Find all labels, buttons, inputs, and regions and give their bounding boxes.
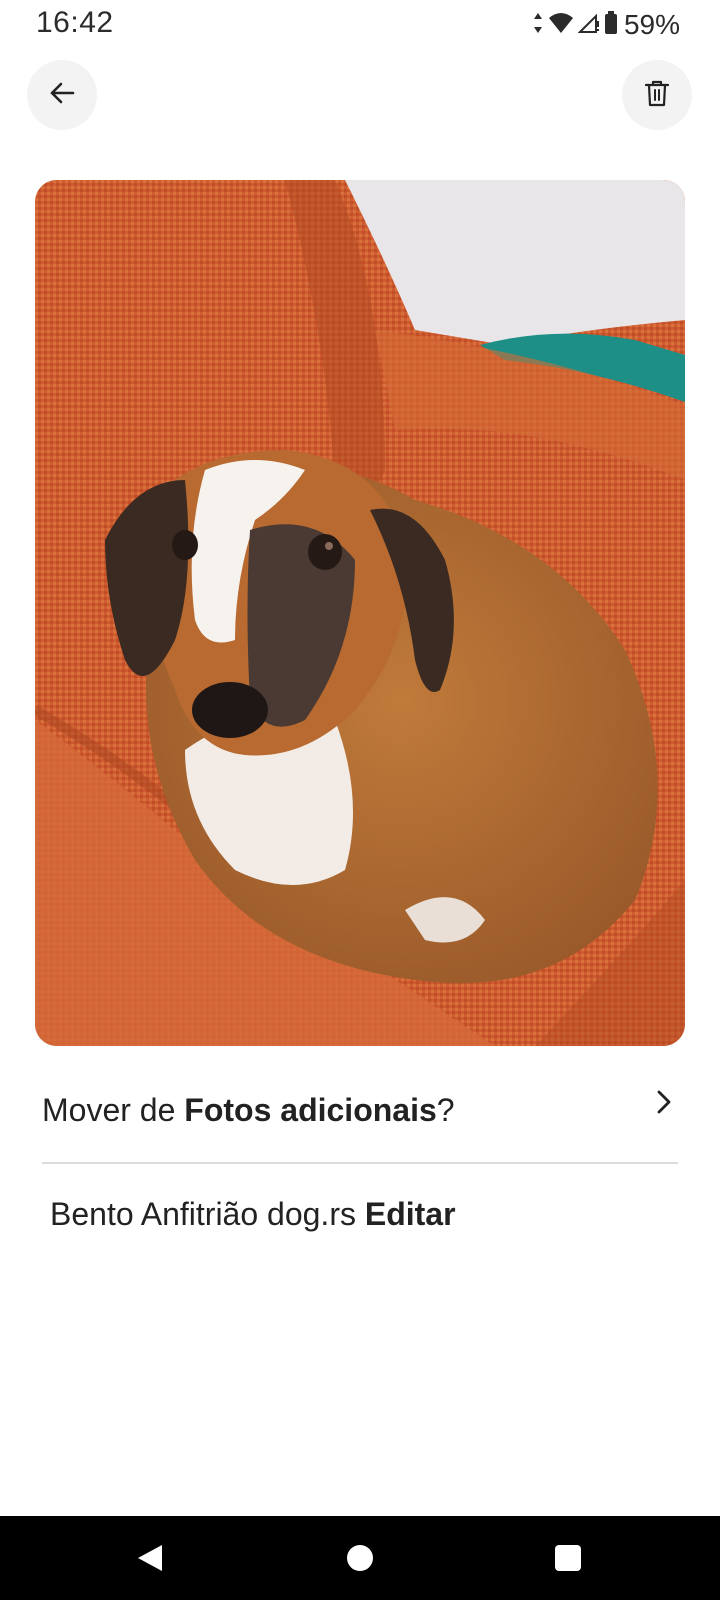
battery-icon (604, 10, 618, 40)
move-from-album-row[interactable]: Mover de Fotos adicionais? (42, 1080, 678, 1160)
nav-home-icon[interactable] (344, 1542, 376, 1574)
dog-photo[interactable] (35, 180, 685, 1046)
nav-back-icon[interactable] (134, 1542, 166, 1574)
signal-icon (577, 12, 600, 39)
move-prefix: Mover de (42, 1092, 185, 1128)
data-arrows-icon (532, 12, 544, 39)
move-from-album-text: Mover de Fotos adicionais? (42, 1092, 455, 1129)
arrow-left-icon (48, 79, 76, 112)
wifi-icon (548, 12, 574, 39)
status-time: 16:42 (36, 6, 114, 39)
delete-button[interactable] (622, 60, 692, 130)
edit-caption-link[interactable]: Editar (365, 1196, 456, 1232)
caption-row: Bento Anfitrião dog.rs Editar (50, 1196, 456, 1233)
move-suffix: ? (436, 1092, 455, 1128)
trash-icon (644, 79, 670, 112)
status-icons: 59% (532, 8, 680, 42)
photo-caption: Bento Anfitrião dog.rs (50, 1196, 356, 1232)
back-button[interactable] (27, 60, 97, 130)
navigation-bar (0, 1516, 720, 1600)
nav-recents-icon[interactable] (552, 1542, 584, 1574)
chevron-right-icon (656, 1088, 672, 1121)
status-bar: 16:42 59% (0, 0, 720, 50)
divider (42, 1162, 678, 1164)
battery-percent: 59% (623, 9, 680, 40)
album-name: Fotos adicionais (184, 1092, 437, 1128)
